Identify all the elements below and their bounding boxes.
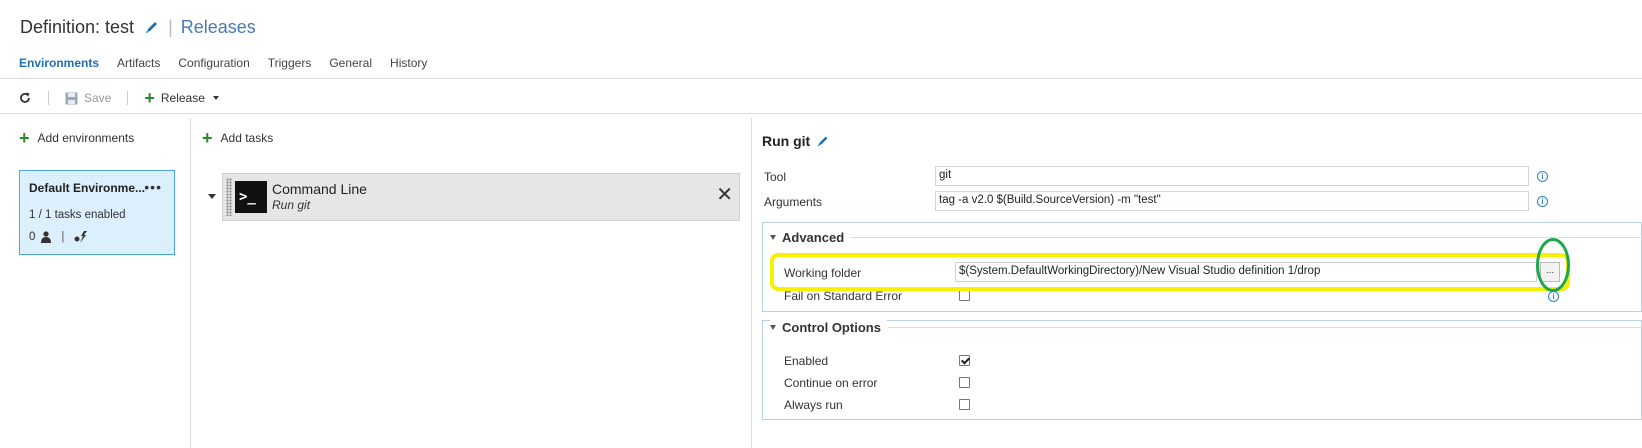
tool-input[interactable]: git [935, 166, 1529, 186]
remove-task-close-icon[interactable]: ✕ [716, 185, 733, 205]
task-detail-title: Run git [762, 133, 830, 149]
add-tasks-label: Add tasks [220, 131, 274, 145]
refresh-button[interactable] [18, 91, 32, 105]
edit-pencil-icon[interactable] [144, 19, 160, 35]
column-divider [751, 118, 752, 448]
arguments-input[interactable]: tag -a v2.0 $(Build.SourceVersion) -m "t… [935, 191, 1529, 211]
plus-icon: + [144, 88, 155, 108]
tab-general[interactable]: General [329, 56, 372, 70]
always-run-checkbox[interactable] [959, 399, 970, 410]
section-rule [888, 327, 1642, 328]
continue-on-error-label: Continue on error [784, 376, 878, 390]
drag-handle-icon[interactable] [226, 178, 232, 216]
add-environments-button[interactable]: + Add environments [19, 128, 135, 148]
more-options-icon[interactable]: ••• [144, 179, 162, 195]
arguments-label: Arguments [764, 195, 823, 209]
toolbar-separator [48, 91, 49, 105]
task-item-command-line[interactable]: >_ Command Line Run git ✕ [222, 173, 740, 221]
release-button[interactable]: + Release [144, 88, 219, 108]
add-tasks-button[interactable]: + Add tasks [202, 128, 274, 148]
advanced-title: Advanced [782, 230, 845, 245]
release-label: Release [160, 91, 205, 105]
approvers-count: 0 [29, 231, 36, 243]
command-line-icon: >_ [235, 181, 267, 213]
save-button[interactable]: Save [65, 91, 111, 105]
footer-separator: | [61, 231, 65, 243]
tool-label: Tool [764, 170, 787, 184]
task-display-name: Run git [762, 133, 811, 149]
environment-card-footer: 0 | [29, 231, 165, 243]
toolbar: Save + Release [18, 88, 219, 108]
definition-title: Definition: test [20, 16, 135, 37]
advanced-section-header[interactable]: Advanced [770, 230, 851, 245]
collapse-triangle-icon [770, 235, 776, 240]
environment-card[interactable]: Default Environme... ••• 1 / 1 tasks ena… [19, 170, 175, 255]
header-separator: | [168, 16, 173, 37]
task-subtitle: Run git [272, 198, 311, 212]
tab-configuration[interactable]: Configuration [178, 56, 249, 70]
fail-on-stderr-label: Fail on Standard Error [784, 289, 903, 303]
collapse-arrow-icon[interactable] [208, 194, 216, 199]
tab-bar: Environments Artifacts Configuration Tri… [19, 56, 427, 70]
tab-artifacts[interactable]: Artifacts [117, 56, 160, 70]
save-label: Save [84, 91, 112, 105]
tab-triggers[interactable]: Triggers [268, 56, 312, 70]
task-name: Command Line [272, 181, 367, 197]
control-options-header[interactable]: Control Options [770, 320, 887, 335]
toolbar-divider [0, 113, 1642, 114]
info-icon[interactable]: i [1537, 171, 1548, 182]
toolbar-separator [127, 91, 129, 105]
green-circle-annotation [1536, 238, 1570, 292]
control-options-section [762, 320, 1642, 420]
enabled-checkbox[interactable] [959, 355, 970, 366]
fail-on-stderr-checkbox[interactable] [959, 290, 970, 301]
approver-icon[interactable] [41, 231, 52, 243]
plus-icon: + [19, 128, 30, 148]
tab-environments[interactable]: Environments [19, 56, 99, 70]
continue-on-error-checkbox[interactable] [959, 377, 970, 388]
always-run-label: Always run [784, 398, 843, 412]
tasks-enabled-text: 1 / 1 tasks enabled [29, 209, 126, 221]
edit-pencil-icon[interactable] [816, 134, 830, 148]
tabs-divider [0, 78, 1642, 79]
info-icon[interactable]: i [1548, 291, 1559, 302]
tab-history[interactable]: History [390, 56, 427, 70]
column-divider [190, 118, 191, 448]
collapse-triangle-icon [770, 325, 776, 330]
chevron-down-icon [212, 96, 219, 100]
add-environments-label: Add environments [37, 131, 135, 145]
page-header: Definition: test | Releases [20, 14, 256, 40]
releases-link[interactable]: Releases [181, 17, 256, 38]
section-rule [850, 237, 1642, 238]
control-options-title: Control Options [782, 320, 881, 335]
enabled-label: Enabled [784, 354, 829, 368]
save-icon [65, 92, 78, 104]
deployment-trigger-icon[interactable] [74, 231, 88, 243]
yellow-highlight-annotation [770, 253, 1570, 291]
refresh-icon [20, 92, 30, 103]
plus-icon: + [202, 128, 213, 148]
info-icon[interactable]: i [1537, 196, 1548, 207]
